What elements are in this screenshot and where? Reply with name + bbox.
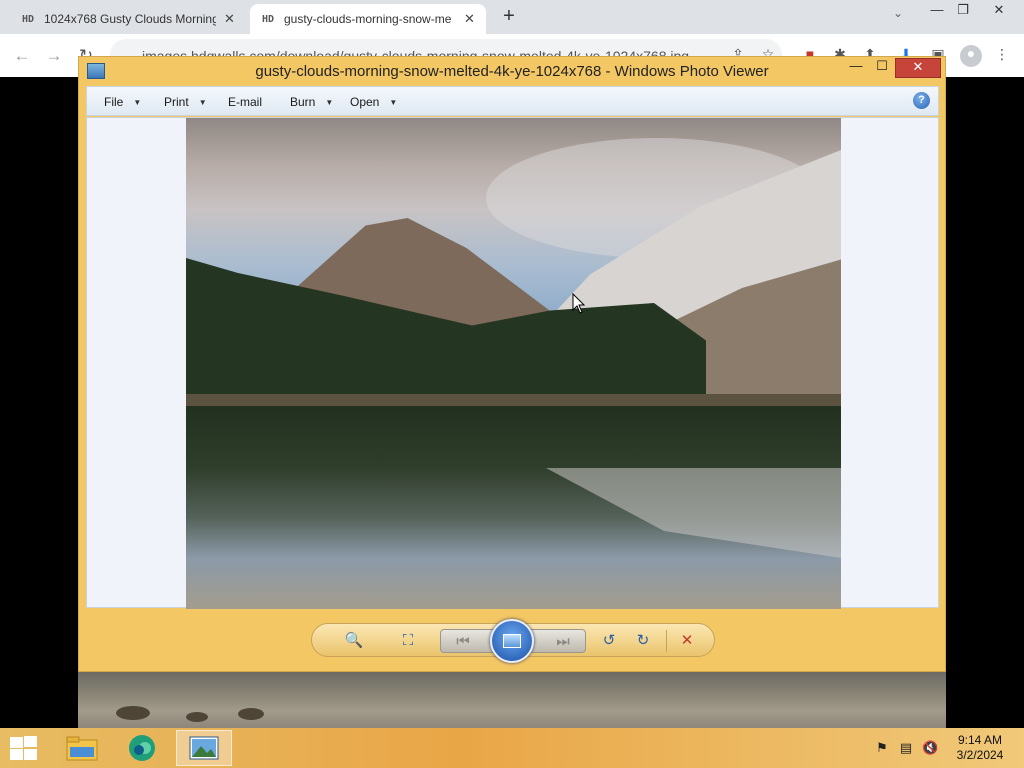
viewer-maximize-button[interactable]: ☐: [869, 58, 895, 78]
chevron-down-icon: ▼: [325, 97, 334, 107]
clock-date: 3/2/2024: [956, 748, 1004, 762]
photo-viewer-taskbar-icon[interactable]: [176, 730, 232, 766]
new-tab-button[interactable]: +: [498, 6, 520, 28]
actual-size-icon[interactable]: ⛶: [396, 631, 420, 651]
hd-favicon-icon: HD: [21, 13, 35, 25]
previous-icon[interactable]: ⏮: [451, 632, 475, 652]
rotate-clockwise-icon[interactable]: ↻: [632, 631, 654, 651]
back-arrow-icon[interactable]: ←: [10, 44, 34, 68]
rotate-counterclockwise-icon[interactable]: ↺: [598, 631, 620, 651]
menu-open[interactable]: Open ▼: [350, 95, 397, 109]
background-photo: [78, 672, 946, 728]
menu-email[interactable]: E-mail: [228, 95, 262, 109]
browser-restore-button[interactable]: ❐: [948, 2, 978, 22]
tab-title: 1024x768 Gusty Clouds Morning: [44, 12, 216, 26]
tab-gusty-clouds-image[interactable]: HD gusty-clouds-morning-snow-me ✕: [250, 4, 486, 34]
menu-print[interactable]: Print ▼: [164, 95, 207, 109]
volume-muted-icon[interactable]: 🔇: [922, 740, 938, 756]
delete-icon[interactable]: ✕: [676, 631, 698, 651]
menu-print-label: Print: [164, 95, 189, 109]
chevron-down-icon: ▼: [198, 97, 207, 107]
menu-file-label: File: [104, 95, 124, 109]
slideshow-icon: [503, 634, 521, 648]
slideshow-button[interactable]: [490, 619, 534, 663]
edge-browser-icon[interactable]: [114, 730, 170, 766]
viewer-titlebar[interactable]: gusty-clouds-morning-snow-melted-4k-ye-1…: [79, 57, 945, 85]
tab-close-icon[interactable]: ✕: [464, 11, 475, 27]
viewer-title: gusty-clouds-morning-snow-melted-4k-ye-1…: [255, 63, 769, 80]
tab-close-icon[interactable]: ✕: [224, 11, 235, 27]
chevron-down-icon: ▼: [389, 97, 398, 107]
zoom-icon[interactable]: 🔍: [338, 631, 370, 651]
tab-title: gusty-clouds-morning-snow-me: [284, 12, 452, 26]
menu-burn[interactable]: Burn ▼: [290, 95, 333, 109]
chevron-down-icon: ▼: [133, 97, 142, 107]
image-canvas: [86, 117, 939, 609]
profile-avatar-icon[interactable]: ●: [960, 45, 982, 67]
file-explorer-icon[interactable]: [54, 730, 110, 766]
control-separator: [666, 630, 667, 652]
tab-bar: HD 1024x768 Gusty Clouds Morning ✕ HD gu…: [0, 0, 1024, 34]
hd-favicon-icon: HD: [261, 13, 275, 25]
tab-search-icon[interactable]: ⌄: [888, 6, 908, 26]
viewer-control-bar: 🔍 ⛶ ⏮ ⏭ ↺ ↻ ✕: [311, 619, 715, 663]
menu-file[interactable]: File ▼: [104, 95, 141, 109]
menu-burn-label: Burn: [290, 95, 316, 109]
forward-arrow-icon[interactable]: →: [42, 44, 66, 68]
photo-viewer-window: gusty-clouds-morning-snow-melted-4k-ye-1…: [78, 56, 946, 672]
tab-gusty-clouds[interactable]: HD 1024x768 Gusty Clouds Morning ✕: [10, 4, 248, 34]
network-icon[interactable]: ▤: [898, 740, 914, 756]
clock-time: 9:14 AM: [957, 733, 1003, 747]
help-icon[interactable]: ?: [913, 92, 930, 109]
next-icon[interactable]: ⏭: [551, 632, 575, 652]
taskbar: ⚑ ▤ 🔇 9:14 AM 3/2/2024: [0, 728, 1024, 768]
landscape-photo: [186, 118, 841, 609]
viewer-menubar: File ▼ Print ▼ E-mail Burn ▼ Open ▼ ?: [86, 86, 939, 116]
browser-close-button[interactable]: ✕: [984, 2, 1014, 22]
viewer-minimize-button[interactable]: —: [843, 58, 869, 78]
windows-start-icon[interactable]: [8, 736, 38, 760]
viewer-close-button[interactable]: ✕: [895, 58, 941, 78]
action-center-flag-icon[interactable]: ⚑: [874, 740, 890, 756]
menu-email-label: E-mail: [228, 95, 263, 109]
system-clock[interactable]: 9:14 AM 3/2/2024: [942, 733, 1018, 763]
menu-open-label: Open: [350, 95, 380, 109]
browser-menu-icon[interactable]: ⋮: [992, 46, 1012, 66]
